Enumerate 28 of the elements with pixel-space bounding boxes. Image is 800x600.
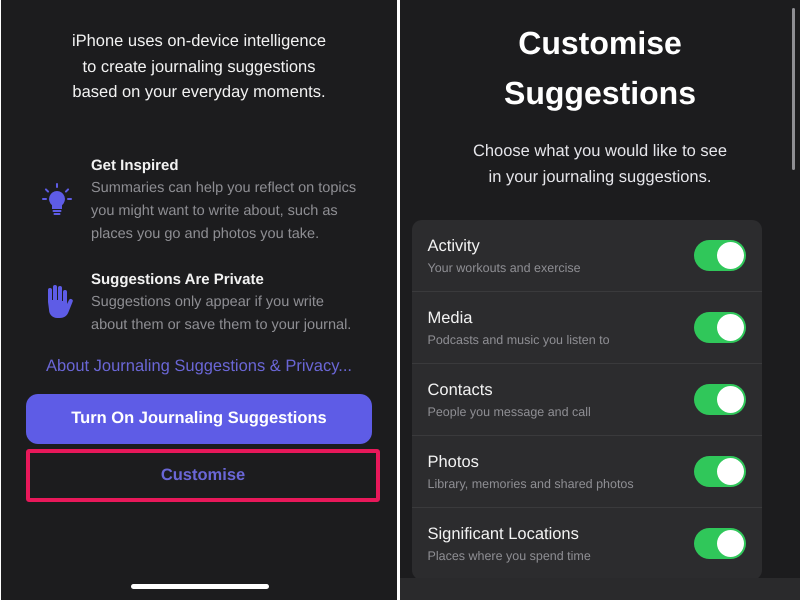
privacy-link[interactable]: About Journaling Suggestions & Privacy... <box>46 356 352 376</box>
intro-text: iPhone uses on-device intelligence <box>72 31 326 52</box>
feature-description: Suggestions only appear if you write about them or save them to your journal. <box>91 292 352 334</box>
toggle-switch[interactable] <box>694 384 746 415</box>
option-subtitle: Library, memories and shared photos <box>428 476 635 492</box>
option-subtitle: Places where you spend time <box>428 548 592 564</box>
option-subtitle: Podcasts and music you listen to <box>428 332 611 348</box>
feature-title: Suggestions Are Private <box>91 270 265 290</box>
feature-title: Get Inspired <box>91 156 180 176</box>
feature-description: Summaries can help you reflect on topics you might want to write about, such as places you go and photos you take. <box>91 178 357 244</box>
customise-button[interactable]: Customise <box>26 448 380 502</box>
toggle-switch[interactable] <box>694 456 746 487</box>
toggle-switch[interactable] <box>694 240 746 271</box>
option-subtitle: Your workouts and exercise <box>428 260 582 276</box>
page-title: Customise Suggestions <box>502 24 697 113</box>
option-title: Activity <box>428 236 481 256</box>
turn-on-button[interactable]: Turn On Journaling Suggestions <box>26 394 372 444</box>
subtitle-text: in your journaling suggestions. <box>488 167 712 188</box>
option-title: Contacts <box>428 380 494 400</box>
intro-text: based on your everyday moments. <box>72 82 326 103</box>
option-subtitle: People you message and call <box>428 404 592 420</box>
option-title: Photos <box>428 452 480 472</box>
toggle-switch[interactable] <box>694 312 746 343</box>
toggle-switch[interactable] <box>694 528 746 559</box>
intro-text: to create journaling suggestions <box>82 56 316 78</box>
option-title: Media <box>428 308 474 328</box>
option-title: Significant Locations <box>428 524 580 544</box>
subtitle-text: Choose what you would like to see <box>472 141 728 162</box>
